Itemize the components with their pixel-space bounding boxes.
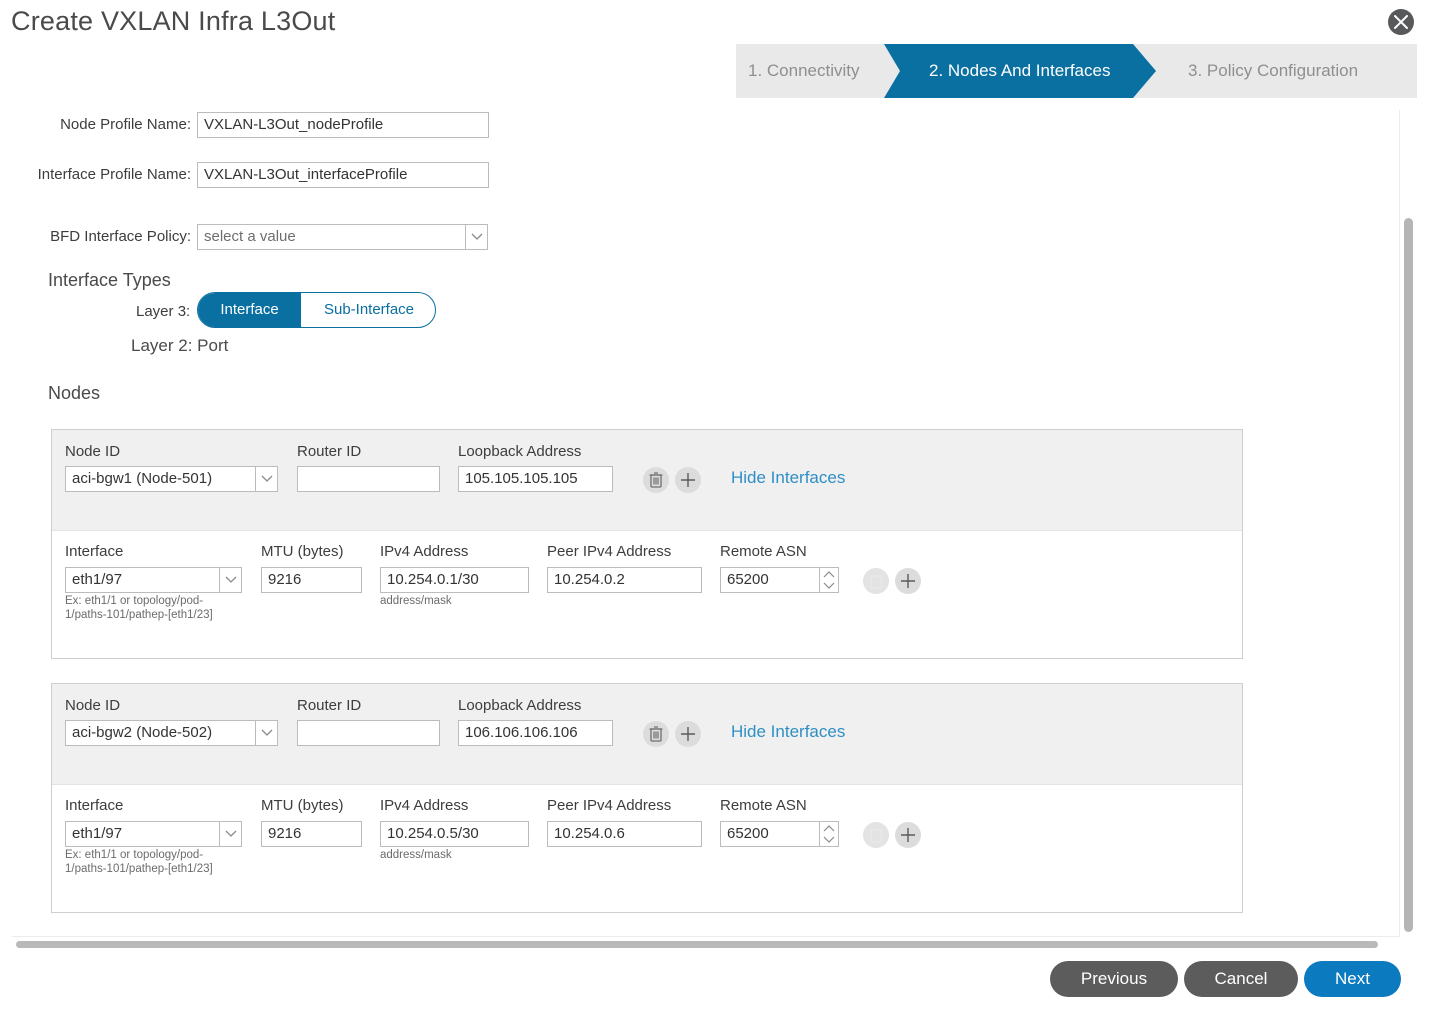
add-icon[interactable] <box>675 467 701 493</box>
mtu-label: MTU (bytes) <box>261 797 344 814</box>
router-id-input[interactable] <box>297 466 440 492</box>
mtu-label: MTU (bytes) <box>261 543 344 560</box>
peer-ipv4-input[interactable]: 10.254.0.2 <box>547 567 702 593</box>
ipv4-label: IPv4 Address <box>380 797 469 814</box>
chevron-down-icon[interactable] <box>255 721 277 745</box>
interface-value: eth1/97 <box>72 571 123 588</box>
interface-profile-label: Interface Profile Name: <box>37 166 191 183</box>
next-button[interactable]: Next <box>1304 961 1401 997</box>
node-id-value: aci-bgw2 (Node-502) <box>72 724 213 741</box>
node-profile-input[interactable]: VXLAN-L3Out_nodeProfile <box>197 112 489 138</box>
interface-hint-line2: 1/paths-101/pathep-[eth1/23] <box>65 609 213 621</box>
loopback-input[interactable]: 105.105.105.105 <box>458 466 613 492</box>
ipv4-input[interactable]: 10.254.0.1/30 <box>380 567 529 593</box>
horizontal-scrollbar-thumb[interactable] <box>16 941 1378 948</box>
interface-value: eth1/97 <box>72 825 123 842</box>
chevron-down-icon[interactable] <box>219 822 241 846</box>
layer3-segmented-control: Interface Sub-Interface <box>197 292 436 328</box>
trash-icon[interactable] <box>863 568 889 594</box>
interface-profile-input[interactable]: VXLAN-L3Out_interfaceProfile <box>197 162 489 188</box>
chevron-down-icon[interactable] <box>219 568 241 592</box>
peer-ipv4-label: Peer IPv4 Address <box>547 797 672 814</box>
mtu-input[interactable]: 9216 <box>261 567 362 593</box>
step-nodes-and-interfaces[interactable]: 2. Nodes And Interfaces <box>929 44 1110 98</box>
node-panel: Node ID Router ID Loopback Address aci-b… <box>51 683 1243 913</box>
dialog-title: Create VXLAN Infra L3Out <box>11 6 336 36</box>
nodes-heading: Nodes <box>48 383 101 403</box>
chevron-down-icon[interactable] <box>255 467 277 491</box>
stepper-arrows-icon[interactable] <box>819 822 838 846</box>
node-id-value: aci-bgw1 (Node-501) <box>72 470 213 487</box>
step-policy-configuration[interactable]: 3. Policy Configuration <box>1188 44 1358 98</box>
remote-asn-label: Remote ASN <box>720 797 807 814</box>
add-icon[interactable] <box>675 721 701 747</box>
chevron-down-icon[interactable] <box>465 225 487 249</box>
interface-hint-line2: 1/paths-101/pathep-[eth1/23] <box>65 863 213 875</box>
stepper-arrows-icon[interactable] <box>819 568 838 592</box>
layer3-label: Layer 3: <box>136 303 191 320</box>
trash-icon[interactable] <box>863 822 889 848</box>
interface-select[interactable]: eth1/97 <box>65 567 242 593</box>
layer3-option-sub-interface[interactable]: Sub-Interface <box>301 293 435 327</box>
interface-hint-line1: Ex: eth1/1 or topology/pod- <box>65 849 204 861</box>
node-panel: Node ID Router ID Loopback Address aci-b… <box>51 429 1243 659</box>
close-button[interactable] <box>1388 9 1414 35</box>
router-id-input[interactable] <box>297 720 440 746</box>
step-connectivity[interactable]: 1. Connectivity <box>748 44 860 98</box>
node-id-label: Node ID <box>65 697 121 714</box>
interface-label: Interface <box>65 797 124 814</box>
loopback-label: Loopback Address <box>458 697 582 714</box>
bfd-policy-placeholder: select a value <box>204 228 296 245</box>
interface-hint-line1: Ex: eth1/1 or topology/pod- <box>65 595 204 607</box>
vertical-scrollbar-thumb[interactable] <box>1404 218 1413 932</box>
add-icon[interactable] <box>895 822 921 848</box>
node-id-label: Node ID <box>65 443 121 460</box>
mtu-input[interactable]: 9216 <box>261 821 362 847</box>
interface-types-heading: Interface Types <box>48 270 171 290</box>
trash-icon[interactable] <box>643 721 669 747</box>
cancel-button[interactable]: Cancel <box>1184 961 1298 997</box>
router-id-label: Router ID <box>297 443 362 460</box>
node-id-select[interactable]: aci-bgw1 (Node-501) <box>65 466 278 492</box>
node-id-select[interactable]: aci-bgw2 (Node-502) <box>65 720 278 746</box>
wizard-steps: 1. Connectivity 2. Nodes And Interfaces … <box>736 44 1417 98</box>
peer-ipv4-label: Peer IPv4 Address <box>547 543 672 560</box>
node-header: Node ID Router ID Loopback Address aci-b… <box>52 430 1242 531</box>
close-icon <box>1394 15 1408 29</box>
ipv4-label: IPv4 Address <box>380 543 469 560</box>
bfd-policy-label: BFD Interface Policy: <box>50 228 191 245</box>
previous-button[interactable]: Previous <box>1050 961 1178 997</box>
interface-hint: Ex: eth1/1 or topology/pod- 1/paths-101/… <box>65 848 213 876</box>
ipv4-input[interactable]: 10.254.0.5/30 <box>380 821 529 847</box>
loopback-input[interactable]: 106.106.106.106 <box>458 720 613 746</box>
node-header: Node ID Router ID Loopback Address aci-b… <box>52 684 1242 785</box>
peer-ipv4-input[interactable]: 10.254.0.6 <box>547 821 702 847</box>
layer3-option-interface[interactable]: Interface <box>198 293 301 327</box>
interface-hint: Ex: eth1/1 or topology/pod- 1/paths-101/… <box>65 594 213 622</box>
trash-icon[interactable] <box>643 467 669 493</box>
hide-interfaces-link[interactable]: Hide Interfaces <box>731 468 845 488</box>
interface-select[interactable]: eth1/97 <box>65 821 242 847</box>
layer2-text: Layer 2: Port <box>131 336 229 355</box>
ipv4-hint: address/mask <box>380 595 452 607</box>
add-icon[interactable] <box>895 568 921 594</box>
hide-interfaces-link[interactable]: Hide Interfaces <box>731 722 845 742</box>
remote-asn-value: 65200 <box>727 571 769 588</box>
ipv4-hint: address/mask <box>380 849 452 861</box>
loopback-label: Loopback Address <box>458 443 582 460</box>
remote-asn-label: Remote ASN <box>720 543 807 560</box>
interface-label: Interface <box>65 543 124 560</box>
router-id-label: Router ID <box>297 697 362 714</box>
remote-asn-stepper[interactable]: 65200 <box>720 567 839 593</box>
remote-asn-stepper[interactable]: 65200 <box>720 821 839 847</box>
node-profile-label: Node Profile Name: <box>60 116 191 133</box>
bfd-policy-select[interactable]: select a value <box>197 224 488 250</box>
remote-asn-value: 65200 <box>727 825 769 842</box>
